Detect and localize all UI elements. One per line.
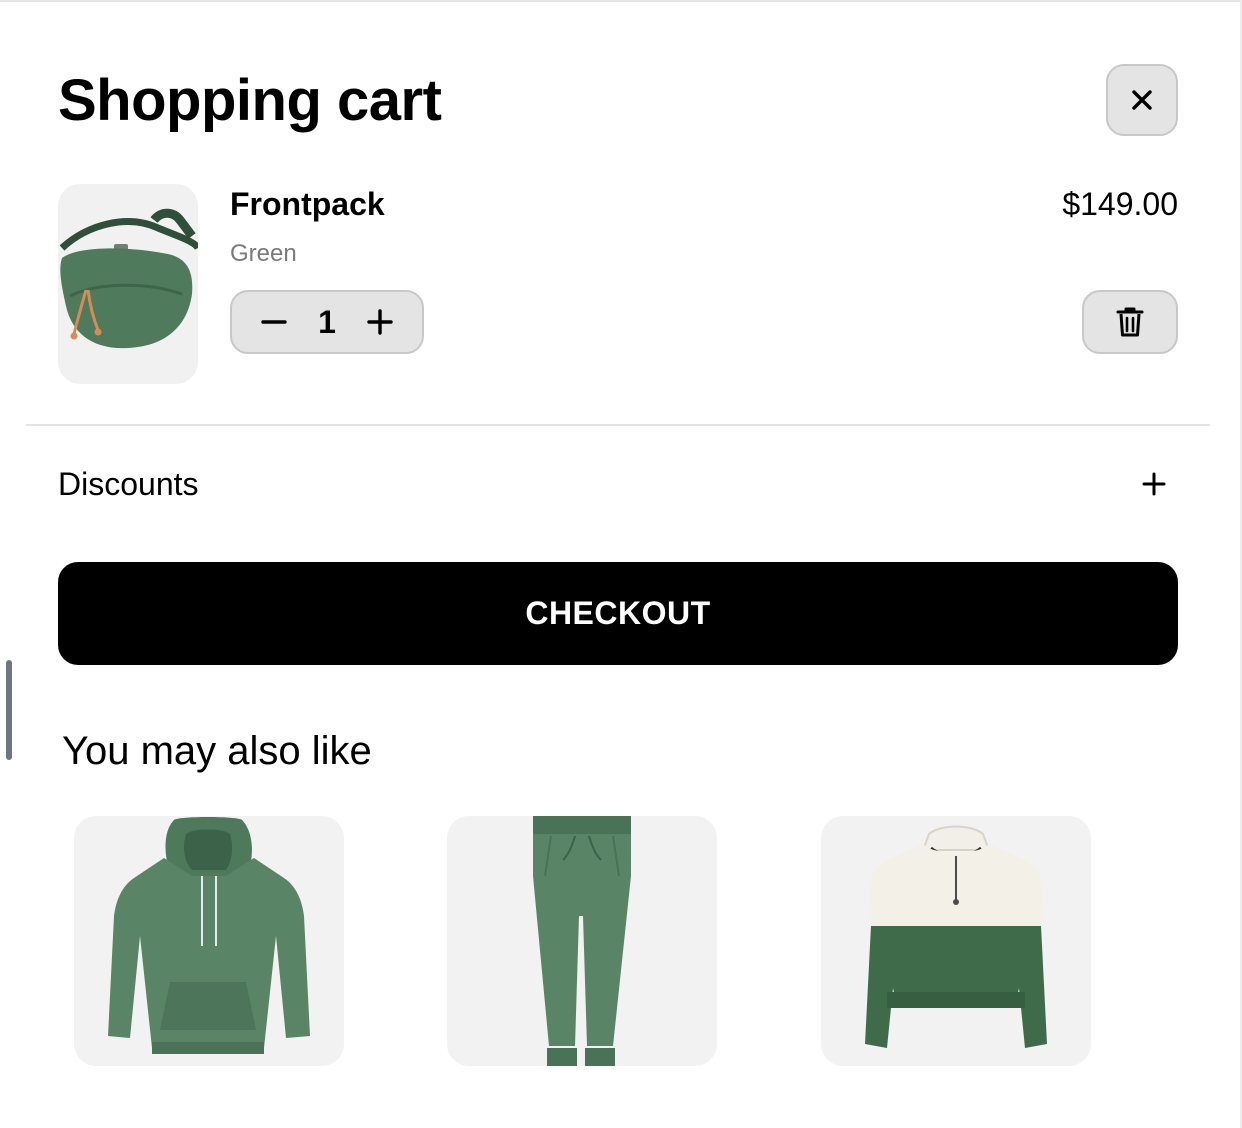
cart-item-image <box>58 184 198 384</box>
cart-item-name[interactable]: Frontpack <box>230 184 385 224</box>
plus-icon <box>367 309 393 335</box>
remove-item-button[interactable] <box>1082 290 1178 354</box>
decrease-quantity-button[interactable] <box>254 302 294 342</box>
scrollbar-thumb[interactable] <box>6 660 12 760</box>
recommendation-card[interactable] <box>447 816 717 1066</box>
recommendations-title: You may also like <box>62 729 372 773</box>
recommendation-card[interactable] <box>821 816 1091 1066</box>
close-icon <box>1132 90 1152 110</box>
discounts-toggle[interactable]: Discounts <box>58 460 1178 508</box>
checkout-button[interactable]: CHECKOUT <box>58 562 1178 665</box>
close-cart-button[interactable] <box>1106 64 1178 136</box>
plus-icon <box>1142 472 1166 496</box>
minus-icon <box>261 320 287 324</box>
product-image <box>108 817 310 1054</box>
cart-item-price: $149.00 <box>1062 186 1178 222</box>
product-image <box>533 816 631 1066</box>
quantity-value: 1 <box>318 303 336 340</box>
section-divider <box>26 424 1210 426</box>
trash-icon <box>1116 307 1144 337</box>
recommendation-card[interactable] <box>74 816 344 1066</box>
cart-item-variant: Green <box>230 240 297 267</box>
panel-top-border <box>0 0 1242 2</box>
increase-quantity-button[interactable] <box>360 302 400 342</box>
product-image <box>865 825 1047 1048</box>
quantity-stepper: 1 <box>230 290 424 354</box>
page-title: Shopping cart <box>58 68 442 133</box>
discounts-label: Discounts <box>58 465 199 502</box>
